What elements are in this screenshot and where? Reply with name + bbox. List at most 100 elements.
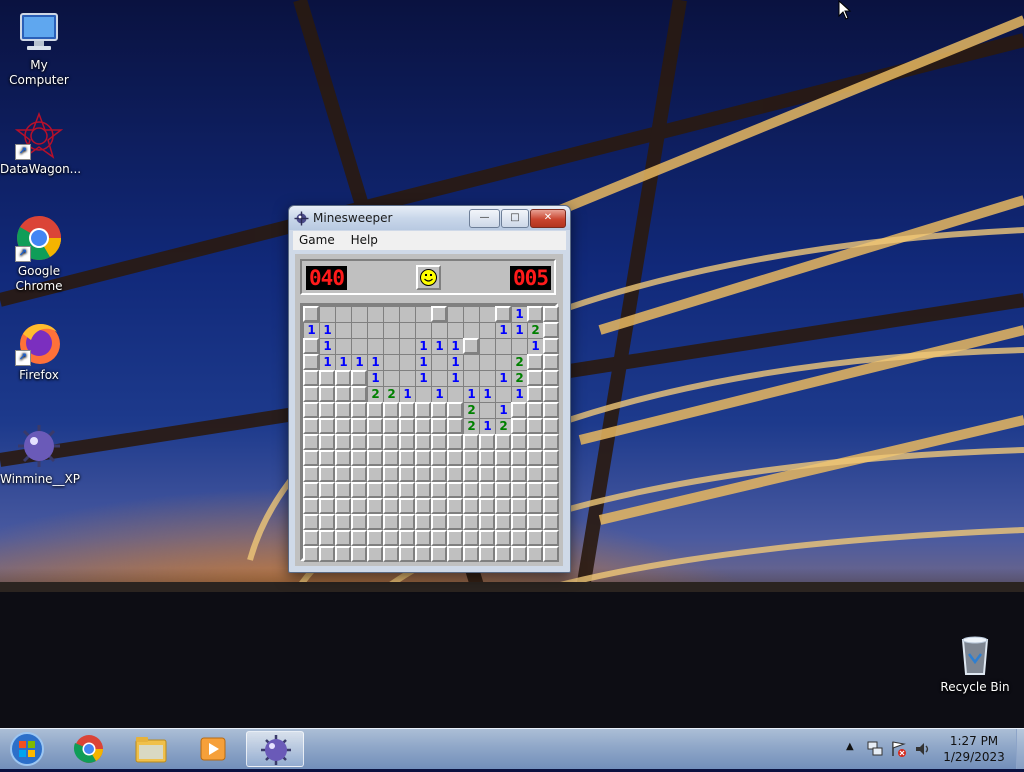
hidden-cell[interactable] (399, 530, 415, 546)
hidden-cell[interactable] (479, 466, 495, 482)
hidden-cell[interactable] (383, 450, 399, 466)
number-cell[interactable]: 1 (319, 322, 335, 338)
number-cell[interactable]: 1 (335, 354, 351, 370)
hidden-cell[interactable] (399, 498, 415, 514)
hidden-cell[interactable] (511, 514, 527, 530)
number-cell[interactable]: 2 (463, 402, 479, 418)
opened-cell[interactable] (495, 386, 511, 402)
number-cell[interactable]: 1 (479, 386, 495, 402)
hidden-cell[interactable] (383, 434, 399, 450)
opened-cell[interactable] (383, 354, 399, 370)
hidden-cell[interactable] (415, 498, 431, 514)
hidden-cell[interactable] (351, 530, 367, 546)
opened-cell[interactable] (383, 306, 399, 322)
hidden-cell[interactable] (431, 498, 447, 514)
number-cell[interactable]: 1 (447, 354, 463, 370)
hidden-cell[interactable] (431, 546, 447, 562)
number-cell[interactable]: 1 (495, 322, 511, 338)
hidden-cell[interactable] (463, 466, 479, 482)
hidden-cell[interactable] (335, 370, 351, 386)
hidden-cell[interactable] (319, 386, 335, 402)
number-cell[interactable]: 1 (415, 354, 431, 370)
taskbar-chrome[interactable] (60, 731, 118, 767)
hidden-cell[interactable] (415, 482, 431, 498)
hidden-cell[interactable] (527, 418, 543, 434)
hidden-cell[interactable] (367, 482, 383, 498)
hidden-cell[interactable] (303, 498, 319, 514)
opened-cell[interactable] (319, 306, 335, 322)
hidden-cell[interactable] (495, 466, 511, 482)
hidden-cell[interactable] (367, 514, 383, 530)
hidden-cell[interactable] (463, 338, 479, 354)
hidden-cell[interactable] (319, 418, 335, 434)
hidden-cell[interactable] (319, 498, 335, 514)
hidden-cell[interactable] (527, 434, 543, 450)
action-center-icon[interactable] (890, 740, 908, 758)
hidden-cell[interactable] (319, 450, 335, 466)
hidden-cell[interactable] (415, 418, 431, 434)
opened-cell[interactable] (479, 402, 495, 418)
opened-cell[interactable] (431, 322, 447, 338)
hidden-cell[interactable] (303, 530, 319, 546)
hidden-cell[interactable] (351, 434, 367, 450)
desktop-icon-google-chrome[interactable]: ↗ Google Chrome (0, 214, 78, 294)
hidden-cell[interactable] (319, 546, 335, 562)
number-cell[interactable]: 1 (431, 386, 447, 402)
hidden-cell[interactable] (367, 466, 383, 482)
number-cell[interactable]: 1 (463, 386, 479, 402)
hidden-cell[interactable] (511, 482, 527, 498)
hidden-cell[interactable] (543, 498, 559, 514)
hidden-cell[interactable] (303, 434, 319, 450)
hidden-cell[interactable] (335, 546, 351, 562)
hidden-cell[interactable] (447, 418, 463, 434)
hidden-cell[interactable] (527, 354, 543, 370)
opened-cell[interactable] (447, 306, 463, 322)
hidden-cell[interactable] (335, 402, 351, 418)
hidden-cell[interactable] (479, 530, 495, 546)
opened-cell[interactable] (399, 338, 415, 354)
opened-cell[interactable] (415, 306, 431, 322)
hidden-cell[interactable] (399, 466, 415, 482)
hidden-cell[interactable] (431, 514, 447, 530)
hidden-cell[interactable] (463, 546, 479, 562)
hidden-cell[interactable] (303, 370, 319, 386)
number-cell[interactable]: 1 (351, 354, 367, 370)
hidden-cell[interactable] (383, 514, 399, 530)
hidden-cell[interactable] (319, 530, 335, 546)
hidden-cell[interactable] (399, 482, 415, 498)
hidden-cell[interactable] (383, 418, 399, 434)
hidden-cell[interactable] (495, 530, 511, 546)
hidden-cell[interactable] (527, 514, 543, 530)
taskbar-minesweeper[interactable] (246, 731, 304, 767)
desktop-icon-my-computer[interactable]: My Computer (0, 8, 78, 88)
hidden-cell[interactable] (351, 386, 367, 402)
hidden-cell[interactable] (303, 466, 319, 482)
opened-cell[interactable] (415, 386, 431, 402)
opened-cell[interactable] (351, 322, 367, 338)
hidden-cell[interactable] (495, 546, 511, 562)
hidden-cell[interactable] (383, 466, 399, 482)
hidden-cell[interactable] (511, 498, 527, 514)
hidden-cell[interactable] (479, 482, 495, 498)
hidden-cell[interactable] (511, 530, 527, 546)
opened-cell[interactable] (351, 306, 367, 322)
opened-cell[interactable] (383, 338, 399, 354)
hidden-cell[interactable] (431, 466, 447, 482)
hidden-cell[interactable] (495, 482, 511, 498)
number-cell[interactable]: 1 (319, 354, 335, 370)
title-bar[interactable]: Minesweeper — □ ✕ (289, 206, 570, 230)
hidden-cell[interactable] (447, 514, 463, 530)
hidden-cell[interactable] (319, 482, 335, 498)
number-cell[interactable]: 1 (399, 386, 415, 402)
hidden-cell[interactable] (511, 402, 527, 418)
number-cell[interactable]: 1 (511, 306, 527, 322)
hidden-cell[interactable] (511, 546, 527, 562)
hidden-cell[interactable] (399, 450, 415, 466)
hidden-cell[interactable] (431, 530, 447, 546)
hidden-cell[interactable] (383, 498, 399, 514)
hidden-cell[interactable] (543, 466, 559, 482)
hidden-cell[interactable] (399, 402, 415, 418)
hidden-cell[interactable] (335, 498, 351, 514)
hidden-cell[interactable] (527, 530, 543, 546)
opened-cell[interactable] (335, 338, 351, 354)
